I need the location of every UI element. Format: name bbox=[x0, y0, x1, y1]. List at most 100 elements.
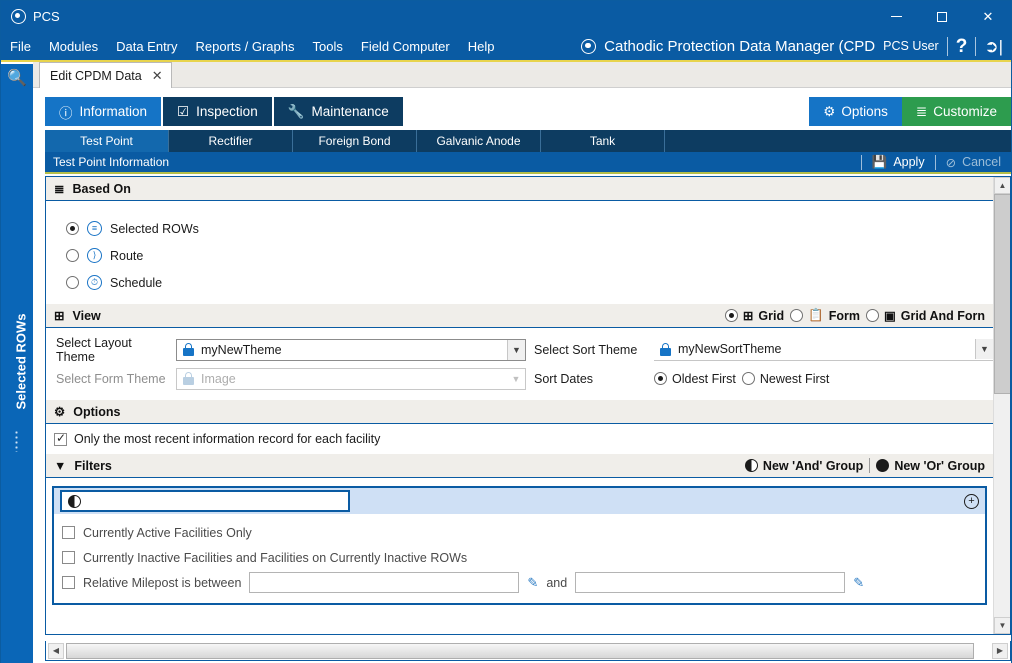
filter-row-relative-milepost[interactable]: Relative Milepost is between ✎ and ✎ bbox=[62, 570, 985, 595]
maximize-button[interactable] bbox=[919, 1, 965, 32]
tab-information[interactable]: ⓘ Information bbox=[45, 97, 161, 126]
menu-item-data-entry[interactable]: Data Entry bbox=[107, 35, 186, 58]
vertical-scroll-thumb[interactable] bbox=[994, 194, 1011, 394]
vertical-scrollbar[interactable]: ▲ ▼ bbox=[993, 177, 1010, 634]
checkbox-currently-active-only[interactable] bbox=[62, 526, 75, 539]
menu-item-modules[interactable]: Modules bbox=[40, 35, 107, 58]
filter-row-inactive[interactable]: Currently Inactive Facilities and Facili… bbox=[62, 545, 985, 570]
lock-icon bbox=[183, 372, 194, 385]
tab-maintenance[interactable]: 🔧 Maintenance bbox=[274, 97, 403, 126]
sort-dates-newest-first[interactable]: Newest First bbox=[742, 372, 829, 386]
subtab-tank[interactable]: Tank bbox=[541, 130, 665, 152]
apply-button[interactable]: 💾 Apply bbox=[872, 155, 925, 170]
sort-dates-oldest-first[interactable]: Oldest First bbox=[654, 372, 736, 386]
sort-theme-row: Select Sort Theme myNewSortTheme ▼ bbox=[534, 335, 993, 364]
based-on-option-selected-rows[interactable]: ≡ Selected ROWs bbox=[66, 215, 993, 242]
minimize-button[interactable] bbox=[873, 1, 919, 32]
radio-schedule[interactable] bbox=[66, 276, 79, 289]
checkbox-relative-milepost[interactable] bbox=[62, 576, 75, 589]
scroll-down-button[interactable]: ▼ bbox=[994, 617, 1011, 634]
subtab-test-point[interactable]: Test Point bbox=[45, 130, 169, 152]
based-on-option-route[interactable]: ⟩ Route bbox=[66, 242, 993, 269]
scroll-left-button[interactable]: ◀ bbox=[48, 643, 64, 659]
scroll-up-button[interactable]: ▲ bbox=[994, 177, 1011, 194]
gear-icon: ⚙ bbox=[54, 404, 65, 419]
filters-body: + Currently Active Facilities Only Curre… bbox=[46, 478, 993, 611]
sort-theme-value: myNewSortTheme bbox=[678, 342, 782, 356]
logout-icon[interactable]: ➲| bbox=[984, 38, 1003, 55]
view-mode-grid[interactable]: ⊞ Grid bbox=[725, 308, 784, 323]
radio-newest-first[interactable] bbox=[742, 372, 755, 385]
based-on-option-schedule[interactable]: ⏱ Schedule bbox=[66, 269, 993, 296]
grid-icon: ⊞ bbox=[743, 308, 753, 323]
menu-item-reports-graphs[interactable]: Reports / Graphs bbox=[187, 35, 304, 58]
grid-icon: ⊞ bbox=[54, 308, 64, 323]
rail-label-selected-rows[interactable]: Selected ROWs bbox=[14, 302, 29, 422]
lock-icon bbox=[183, 343, 194, 356]
tab-customize[interactable]: ≣ Customize bbox=[902, 97, 1011, 126]
new-or-group-button[interactable]: New 'Or' Group bbox=[876, 459, 985, 473]
relative-milepost-from-input[interactable] bbox=[249, 572, 519, 593]
horizontal-scrollbar[interactable]: ◀ ▶ bbox=[45, 641, 1011, 661]
cancel-button[interactable]: ⊘ Cancel bbox=[946, 155, 1001, 170]
filter-group-name-input[interactable] bbox=[60, 490, 350, 512]
tab-inspection[interactable]: ☑ Inspection bbox=[163, 97, 272, 126]
radio-grid-and-form[interactable] bbox=[866, 309, 879, 322]
funnel-icon: ▼ bbox=[54, 459, 66, 473]
pencil-icon[interactable]: ✎ bbox=[527, 575, 538, 591]
close-icon[interactable]: ✕ bbox=[152, 68, 163, 84]
sort-dates-label: Sort Dates bbox=[534, 372, 646, 386]
minimize-icon bbox=[891, 16, 902, 17]
rows-icon: ≡ bbox=[87, 221, 102, 236]
radio-form[interactable] bbox=[790, 309, 803, 322]
panel-header: Test Point Information 💾 Apply ⊘ Cancel bbox=[45, 152, 1011, 174]
tab-information-label: Information bbox=[80, 104, 148, 119]
question-mark-icon[interactable]: ? bbox=[956, 37, 968, 56]
layout-theme-select[interactable]: myNewTheme ▼ bbox=[176, 339, 526, 361]
subtab-rectifier[interactable]: Rectifier bbox=[169, 130, 293, 152]
pencil-icon[interactable]: ✎ bbox=[853, 575, 864, 591]
menu-item-tools[interactable]: Tools bbox=[304, 35, 352, 58]
filter-row-active-only[interactable]: Currently Active Facilities Only bbox=[62, 520, 985, 545]
new-and-group-button[interactable]: New 'And' Group bbox=[745, 459, 863, 473]
subtab-galvanic-anode[interactable]: Galvanic Anode bbox=[417, 130, 541, 152]
view-mode-grid-and-form[interactable]: ▣ Grid And Forn bbox=[866, 308, 985, 323]
menu-item-field-computer[interactable]: Field Computer bbox=[352, 35, 459, 58]
divider bbox=[975, 37, 976, 56]
form-theme-select[interactable]: Image ▼ bbox=[176, 368, 526, 390]
view-mode-form[interactable]: 📋 Form bbox=[790, 308, 860, 323]
subtab-foreign-bond[interactable]: Foreign Bond bbox=[293, 130, 417, 152]
document-tab-edit-cpdm-data[interactable]: Edit CPDM Data ✕ bbox=[39, 62, 172, 88]
chevron-down-icon[interactable]: ▼ bbox=[507, 340, 525, 360]
sort-theme-select[interactable]: myNewSortTheme ▼ bbox=[654, 339, 993, 361]
menu-item-help[interactable]: Help bbox=[459, 35, 504, 58]
radio-grid[interactable] bbox=[725, 309, 738, 322]
close-button[interactable]: ✕ bbox=[965, 1, 1011, 32]
view-mode-group: ⊞ Grid 📋 Form ▣ Grid And Forn bbox=[725, 308, 985, 323]
relative-milepost-to-input[interactable] bbox=[575, 572, 845, 593]
radio-route[interactable] bbox=[66, 249, 79, 262]
radio-oldest-first[interactable] bbox=[654, 372, 667, 385]
menu-item-file[interactable]: File bbox=[1, 35, 40, 58]
relative-milepost-and-label: and bbox=[546, 576, 567, 590]
plus-circle-icon[interactable]: + bbox=[964, 494, 979, 509]
filter-row-label: Currently Inactive Facilities and Facili… bbox=[83, 551, 467, 565]
based-on-option-label: Selected ROWs bbox=[110, 222, 199, 236]
tab-options[interactable]: ⚙ Options bbox=[809, 97, 902, 126]
horizontal-scroll-track[interactable] bbox=[64, 643, 992, 659]
section-header-options: ⚙ Options bbox=[46, 400, 993, 424]
document-tab-strip: Edit CPDM Data ✕ bbox=[33, 62, 1011, 88]
horizontal-scroll-thumb[interactable] bbox=[66, 643, 974, 659]
chevron-down-icon[interactable]: ▼ bbox=[975, 339, 993, 359]
search-icon[interactable]: 🔍 bbox=[1, 64, 33, 92]
checkbox-most-recent-record[interactable] bbox=[54, 433, 67, 446]
checkbox-currently-inactive[interactable] bbox=[62, 551, 75, 564]
view-right-column: Select Sort Theme myNewSortTheme ▼ Sort … bbox=[526, 335, 993, 393]
scroll-right-button[interactable]: ▶ bbox=[992, 643, 1008, 659]
radio-selected-rows[interactable] bbox=[66, 222, 79, 235]
section-header-filters: ▼ Filters New 'And' Group New 'Or' Group bbox=[46, 454, 993, 478]
rail-grip-handle[interactable] bbox=[14, 430, 19, 452]
panel-header-actions: 💾 Apply ⊘ Cancel bbox=[861, 155, 1007, 170]
main-tab-bar: ⓘ Information ☑ Inspection 🔧 Maintenance bbox=[45, 97, 405, 126]
settings-body: ≣ Based On ≡ Selected ROWs ⟩ Route bbox=[46, 177, 993, 634]
